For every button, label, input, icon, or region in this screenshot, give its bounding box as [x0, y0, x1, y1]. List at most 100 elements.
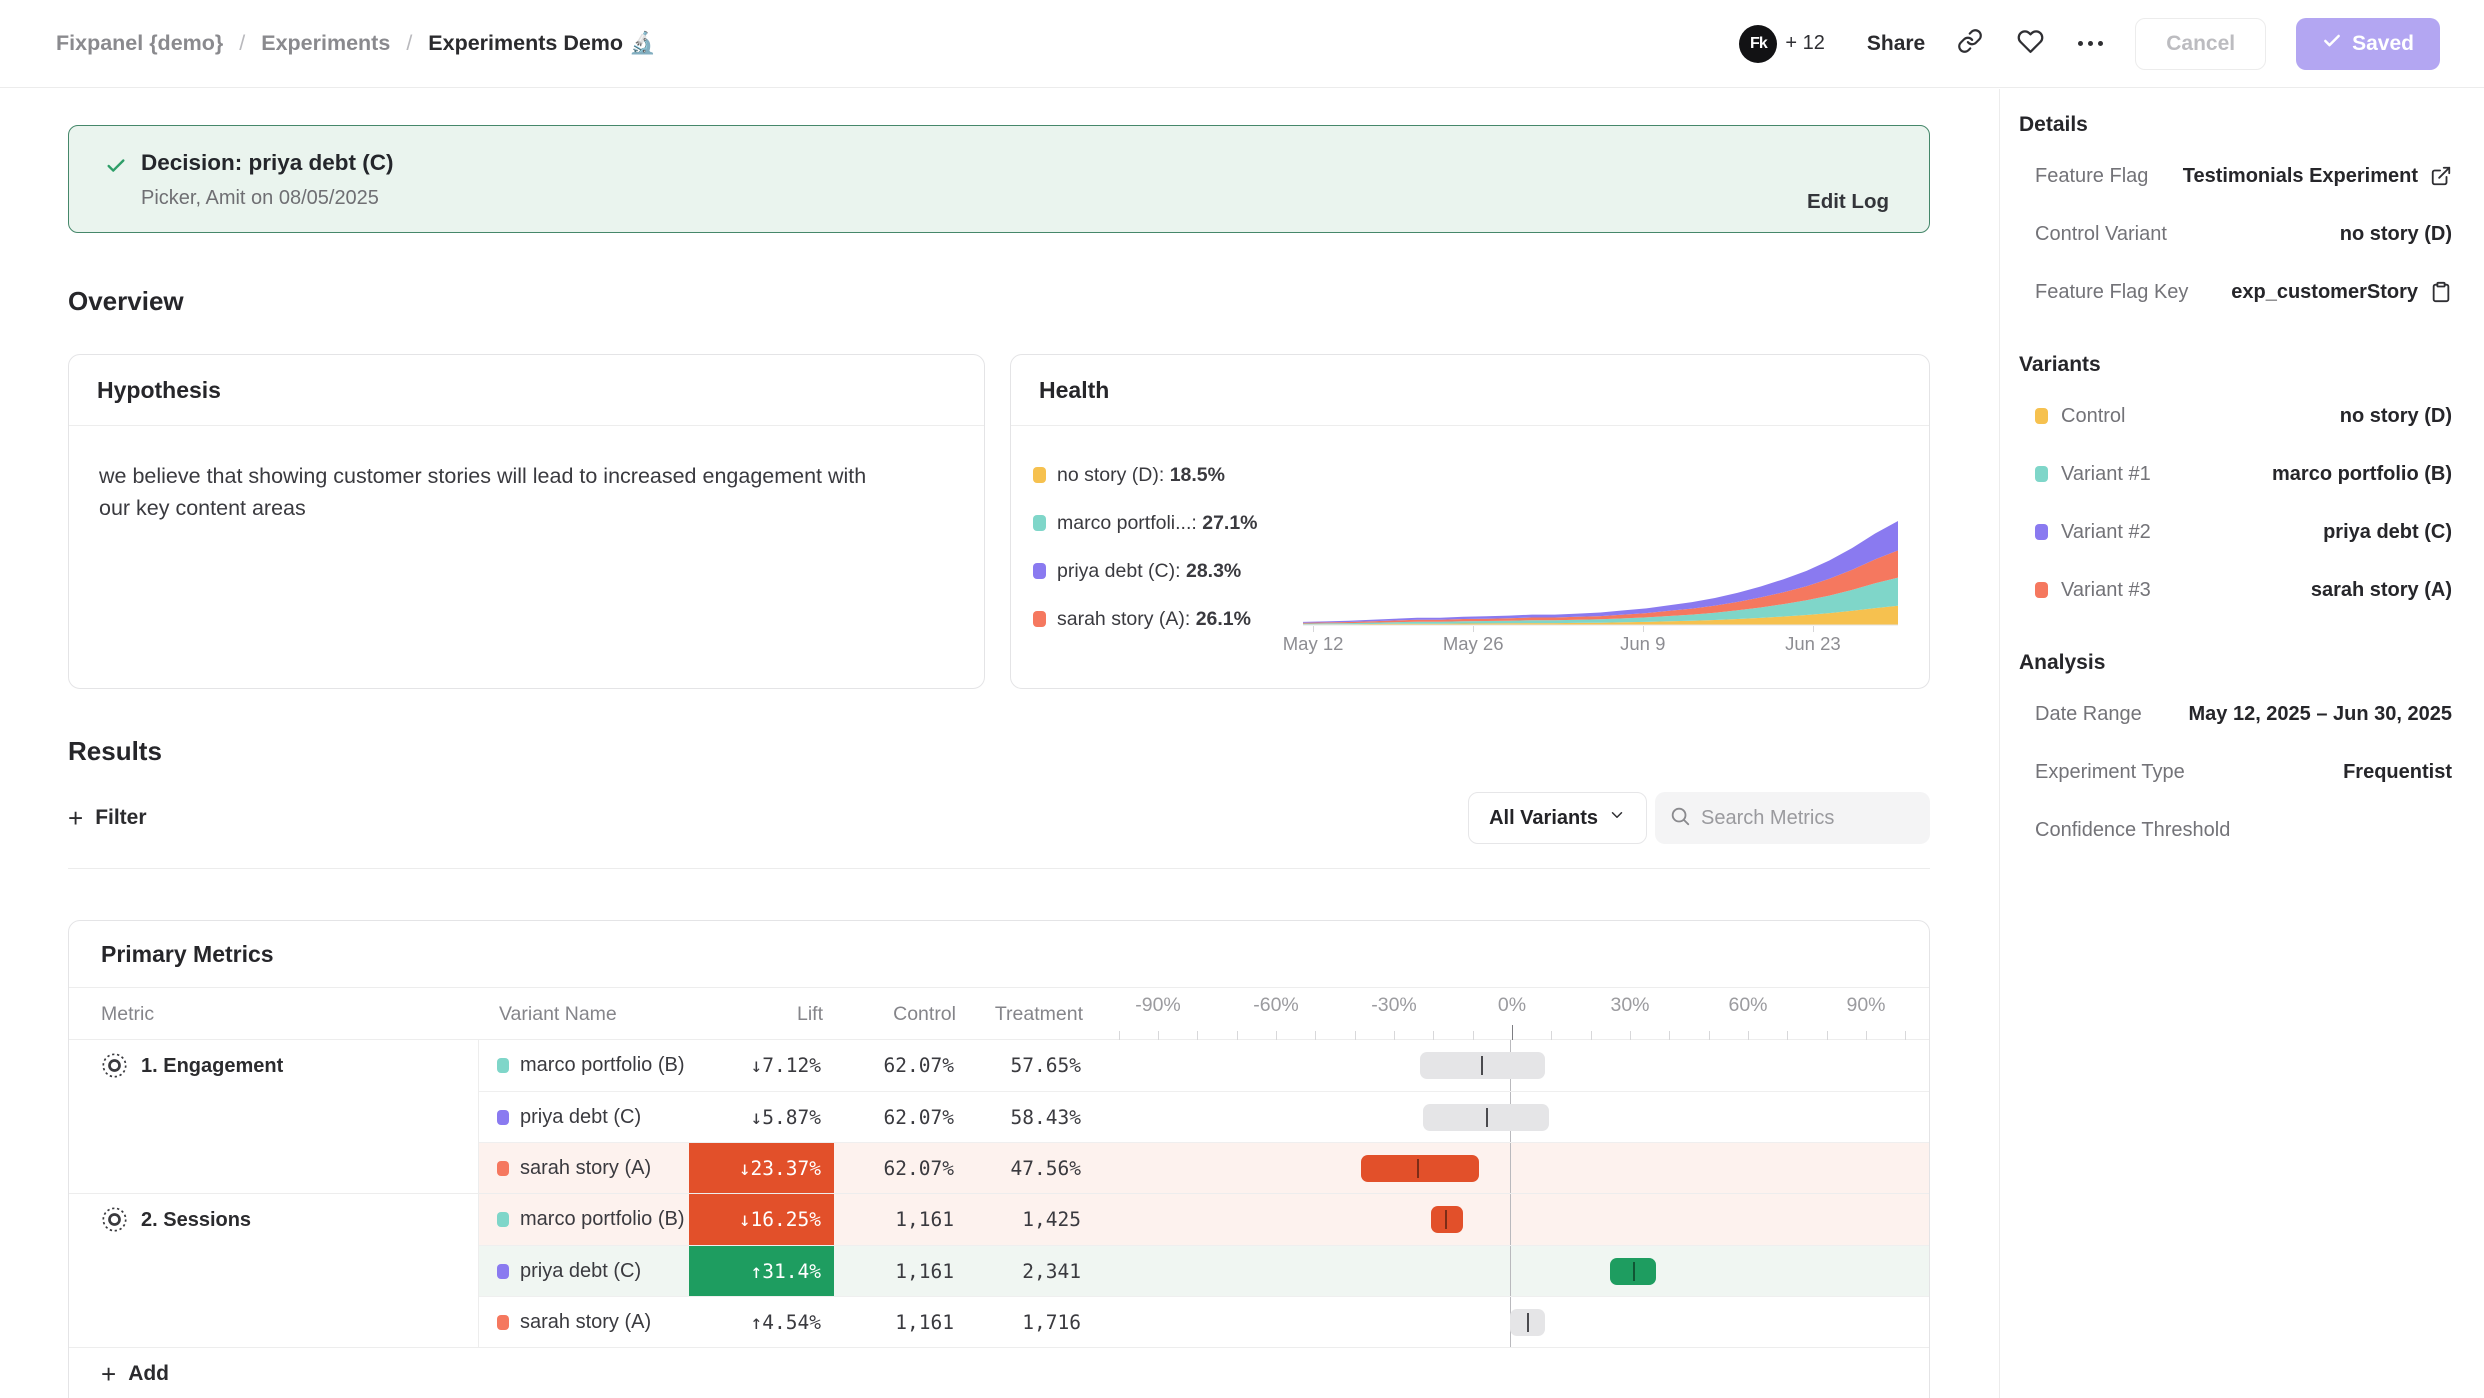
filter-button[interactable]: + Filter: [68, 805, 147, 831]
axis-tick: [1433, 1031, 1434, 1040]
sidebar-row-label: Date Range: [2035, 703, 2142, 726]
lift-cell: ↓5.87%: [689, 1092, 834, 1142]
ci-bar: [1361, 1155, 1479, 1182]
axis-tick: [1827, 1031, 1828, 1040]
legend-value: 28.3%: [1186, 560, 1241, 582]
clipboard-icon[interactable]: [2430, 281, 2452, 303]
search-icon: [1669, 805, 1691, 832]
control-cell: 62.07%: [834, 1040, 959, 1091]
treatment-cell: 1,425: [959, 1194, 1089, 1245]
collaborators: Fk + 12: [1739, 25, 1824, 63]
sidebar-section-analysis: AnalysisDate RangeMay 12, 2025 – Jun 30,…: [2019, 641, 2452, 859]
metric-group: 1. Engagementmarco portfolio (B)↓7.12%62…: [69, 1040, 1929, 1193]
ci-lift-marker: [1633, 1262, 1635, 1281]
sidebar-row: Feature Flag Keyexp_customerStory: [2019, 263, 2452, 321]
control-cell: 1,161: [834, 1194, 959, 1245]
variant-swatch: [2035, 524, 2048, 540]
legend-swatch: [1033, 515, 1046, 531]
legend-label: no story (D): 18.5%: [1057, 464, 1225, 487]
ci-chart-cell: [1089, 1143, 1929, 1193]
saved-button[interactable]: Saved: [2296, 18, 2440, 70]
legend-value: 27.1%: [1202, 512, 1257, 534]
axis-tick: [1158, 1031, 1159, 1040]
metric-rows: marco portfolio (B)↓7.12%62.07%57.65%pri…: [479, 1040, 1929, 1193]
sidebar-section-title: Details: [2019, 103, 2452, 147]
share-button[interactable]: Share: [1867, 32, 1925, 56]
table-row[interactable]: priya debt (C)↓5.87%62.07%58.43%: [479, 1091, 1929, 1142]
sidebar-row-value: priya debt (C): [2323, 521, 2452, 544]
copy-link-button[interactable]: [1955, 29, 1985, 59]
variant-swatch: [497, 1212, 509, 1227]
add-metric-button[interactable]: + Add: [101, 1361, 169, 1387]
breadcrumb-item: Experiments Demo 🔬: [428, 31, 656, 56]
heart-icon: [2017, 28, 2044, 60]
decision-subtitle: Picker, Amit on 08/05/2025: [141, 187, 1807, 210]
legend-label: priya debt (C): 28.3%: [1057, 560, 1241, 583]
search-input[interactable]: [1701, 807, 1901, 830]
legend-item: marco portfoli...: 27.1%: [1033, 499, 1258, 547]
axis-tick: [1669, 1031, 1670, 1040]
metric-cell[interactable]: 1. Engagement: [69, 1040, 479, 1193]
axis-tick: [1709, 1031, 1710, 1040]
table-row[interactable]: priya debt (C)↑31.4%1,1612,341: [479, 1245, 1929, 1296]
collaborators-count[interactable]: + 12: [1785, 32, 1824, 55]
sidebar-row: Control Variant no story (D): [2019, 205, 2452, 263]
axis-tick: [1512, 1025, 1513, 1040]
sidebar-row: Variant #2 priya debt (C): [2019, 503, 2452, 561]
axis-label: -30%: [1371, 994, 1417, 1017]
axis-tick: [1748, 1031, 1749, 1040]
sidebar-row-value: no story (D): [2340, 223, 2452, 246]
decision-title: Decision: priya debt (C): [141, 150, 1807, 176]
table-row[interactable]: marco portfolio (B)↓7.12%62.07%57.65%: [479, 1040, 1929, 1091]
axis-tick: [1866, 1031, 1867, 1040]
sidebar-row-label: Variant #1: [2061, 463, 2151, 486]
variant-name: priya debt (C): [520, 1260, 641, 1283]
metric-cell[interactable]: 2. Sessions: [69, 1194, 479, 1347]
metric-icon: [101, 1206, 128, 1238]
x-axis-label: Jun 23: [1785, 633, 1841, 655]
table-row[interactable]: sarah story (A)↑4.54%1,1611,716: [479, 1296, 1929, 1347]
external-link-icon[interactable]: [2430, 165, 2452, 187]
breadcrumb-item[interactable]: Fixpanel {demo}: [56, 31, 223, 56]
col-variant-name: Variant Name: [499, 988, 617, 1040]
x-axis-label: May 12: [1283, 633, 1344, 655]
breadcrumb-separator: /: [406, 31, 412, 56]
experiment-page: Fixpanel {demo}/Experiments/Experiments …: [0, 0, 2484, 1398]
legend-label: marco portfoli...: 27.1%: [1057, 512, 1258, 535]
axis-tick: [1551, 1031, 1552, 1040]
avatar[interactable]: Fk: [1739, 25, 1777, 63]
legend-item: no story (D): 18.5%: [1033, 451, 1258, 499]
ci-chart-cell: [1089, 1297, 1929, 1347]
cancel-button[interactable]: Cancel: [2135, 18, 2266, 70]
variant-swatch: [497, 1161, 509, 1176]
sidebar-row-label: Experiment Type: [2035, 761, 2185, 784]
treatment-cell: 47.56%: [959, 1143, 1089, 1193]
sidebar-row: Confidence Threshold: [2019, 801, 2452, 859]
variant-cell: marco portfolio (B): [479, 1194, 689, 1245]
variant-swatch: [2035, 582, 2048, 598]
lift-cell: ↓7.12%: [689, 1040, 834, 1091]
more-actions-button[interactable]: [2075, 29, 2105, 59]
table-column-header: Metric Variant Name Lift Control Treatme…: [69, 988, 1929, 1040]
sidebar-row: Feature FlagTestimonials Experiment: [2019, 147, 2452, 205]
variant-swatch: [497, 1315, 509, 1330]
sidebar-row-label: Control Variant: [2035, 223, 2167, 246]
decision-banner: Decision: priya debt (C) Picker, Amit on…: [68, 125, 1930, 233]
sidebar-row: Variant #3sarah story (A): [2019, 561, 2452, 619]
zero-line: [1510, 1246, 1511, 1296]
zero-line: [1510, 1143, 1511, 1193]
axis-tick: [1630, 1031, 1631, 1040]
table-row[interactable]: sarah story (A)↓23.37%62.07%47.56%: [479, 1142, 1929, 1193]
overview-heading: Overview: [68, 286, 184, 317]
edit-log-button[interactable]: Edit Log: [1807, 190, 1889, 214]
variants-dropdown[interactable]: All Variants: [1468, 792, 1647, 844]
sidebar-row-label: Variant #2: [2061, 521, 2151, 544]
breadcrumb: Fixpanel {demo}/Experiments/Experiments …: [56, 31, 656, 56]
top-bar: Fixpanel {demo}/Experiments/Experiments …: [0, 0, 2484, 88]
favorite-button[interactable]: [2015, 29, 2045, 59]
breadcrumb-item[interactable]: Experiments: [261, 31, 390, 56]
variant-name: sarah story (A): [520, 1157, 651, 1180]
sidebar-section-title: Variants: [2019, 343, 2452, 387]
variant-swatch: [2035, 466, 2048, 482]
table-row[interactable]: marco portfolio (B)↓16.25%1,1611,425: [479, 1194, 1929, 1245]
